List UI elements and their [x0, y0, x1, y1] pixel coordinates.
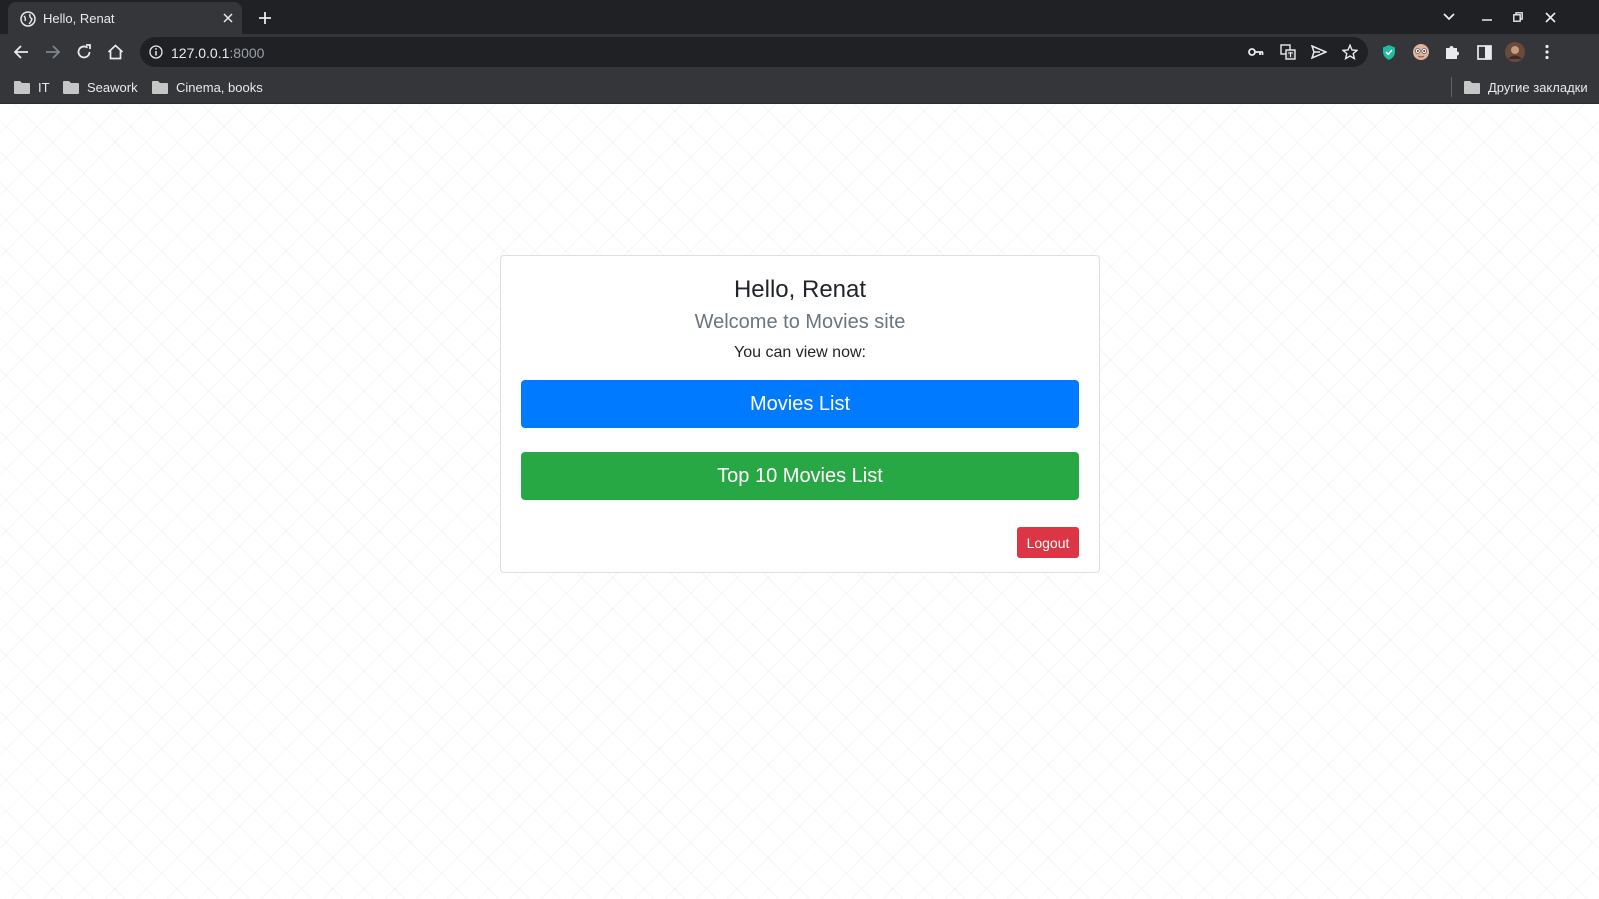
forward-button[interactable] — [43, 42, 63, 62]
site-info-icon[interactable] — [148, 44, 164, 60]
new-tab-button[interactable] — [254, 7, 276, 29]
minimize-icon — [1482, 19, 1492, 21]
back-button[interactable] — [11, 42, 31, 62]
view-now-text: You can view now: — [734, 344, 866, 361]
star-icon[interactable] — [1342, 44, 1358, 60]
folder-icon — [14, 81, 30, 94]
greeting-heading: Hello, Renat — [733, 276, 867, 303]
shield-icon — [1383, 44, 1395, 60]
logout-button[interactable]: Logout — [1017, 527, 1079, 558]
bookmark-label: Seawork — [87, 79, 138, 95]
bookmark-label: Cinema, books — [176, 79, 263, 95]
kebab-menu-icon — [1545, 44, 1549, 60]
folder-icon — [1464, 81, 1480, 94]
welcome-subtitle: Welcome to Movies site — [694, 311, 906, 333]
address-bar[interactable]: 127.0.0.1:8000 — [140, 37, 1368, 67]
home-button[interactable] — [105, 42, 125, 62]
folder-icon — [63, 81, 79, 94]
minimize-button[interactable] — [1479, 9, 1495, 25]
top-movies-list-button[interactable]: Top 10 Movies List — [521, 452, 1079, 500]
welcome-card: Hello, Renat Welcome to Movies site You … — [500, 255, 1100, 573]
plus-icon — [259, 12, 271, 24]
send-icon[interactable] — [1311, 44, 1327, 60]
tab-search-button[interactable] — [1441, 9, 1457, 25]
mascot-extension-button[interactable] — [1411, 42, 1431, 62]
other-bookmarks-label: Другие закладки — [1488, 79, 1588, 95]
mascot-icon — [1413, 44, 1429, 60]
profile-button[interactable] — [1505, 42, 1525, 62]
home-icon — [107, 44, 123, 60]
avatar — [1505, 42, 1525, 62]
restore-button[interactable] — [1510, 9, 1526, 25]
translate-icon[interactable] — [1280, 44, 1296, 60]
close-window-button[interactable] — [1542, 9, 1558, 25]
key-icon[interactable] — [1248, 44, 1264, 60]
browser-toolbar: 127.0.0.1:8000 — [0, 34, 1599, 70]
extensions-button[interactable] — [1442, 42, 1462, 62]
close-icon — [1544, 11, 1556, 23]
bookmarks-bar: IT Seawork Cinema, books Другие закладки — [0, 70, 1599, 104]
url-text[interactable]: 127.0.0.1:8000 — [171, 45, 264, 61]
tab-title: Hello, Renat — [43, 11, 115, 26]
browser-tab[interactable]: Hello, Renat — [8, 2, 242, 34]
bookmark-label: IT — [38, 79, 50, 95]
restore-icon — [1513, 12, 1523, 22]
puzzle-icon — [1446, 46, 1459, 59]
bookmark-folder-seawork[interactable]: Seawork — [63, 78, 138, 96]
shield-extension-button[interactable] — [1379, 42, 1399, 62]
movies-list-button[interactable]: Movies List — [521, 380, 1079, 428]
globe-icon — [20, 11, 36, 27]
url-host: 127.0.0.1 — [171, 45, 230, 61]
page-background: Hello, Renat Welcome to Movies site You … — [0, 104, 1599, 899]
chevron-down-icon — [1443, 13, 1455, 21]
bookmarks-divider — [1451, 77, 1452, 97]
reload-icon — [77, 44, 91, 59]
arrow-left-icon — [13, 45, 28, 59]
side-panel-button[interactable] — [1474, 42, 1494, 62]
reload-button[interactable] — [74, 42, 94, 62]
folder-icon — [152, 81, 168, 94]
url-port: :8000 — [229, 45, 265, 61]
close-tab-icon[interactable] — [220, 10, 236, 26]
arrow-right-icon — [46, 45, 61, 59]
bookmark-folder-cinema-books[interactable]: Cinema, books — [152, 78, 263, 96]
bookmark-folder-it[interactable]: IT — [14, 78, 50, 96]
other-bookmarks-folder[interactable]: Другие закладки — [1464, 78, 1588, 96]
tab-strip: Hello, Renat — [0, 0, 1599, 34]
menu-button[interactable] — [1537, 42, 1557, 62]
side-panel-icon — [1476, 44, 1492, 60]
